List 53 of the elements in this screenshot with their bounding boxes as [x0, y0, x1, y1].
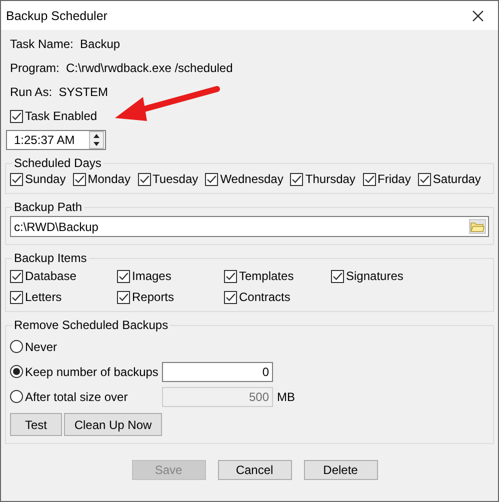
checkbox-label: Signatures	[346, 269, 404, 283]
checkbox[interactable]	[138, 172, 151, 186]
checkbox-label: Templates	[239, 269, 294, 283]
path-field[interactable]: c:\RWD\Backup	[10, 216, 489, 237]
checkbox-label: Database	[25, 269, 76, 283]
checkbox-label: Wednesday	[220, 172, 284, 186]
group-title: Backup Items	[13, 251, 88, 265]
checkbox[interactable]	[290, 172, 304, 186]
checkbox[interactable]	[331, 270, 344, 282]
group-title: Scheduled Days	[13, 156, 102, 170]
checkbox-label: Sunday	[25, 172, 66, 186]
checkbox-label: Contracts	[239, 290, 290, 304]
checkbox[interactable]	[10, 172, 23, 186]
checkbox-label: Task Enabled	[25, 109, 98, 123]
window-title: Backup Scheduler	[6, 8, 108, 22]
unit-label: MB	[277, 390, 295, 404]
radio-label: Keep number of backups	[25, 364, 160, 378]
dialog-button[interactable]: Cancel	[218, 460, 292, 480]
checkbox-label: Reports	[132, 290, 174, 304]
action-button[interactable]: Clean Up Now	[64, 413, 162, 436]
checkbox[interactable]	[10, 270, 23, 282]
dialog-button[interactable]: Delete	[304, 460, 378, 480]
radio-button[interactable]	[10, 365, 23, 378]
checkbox[interactable]	[418, 172, 431, 186]
checkbox[interactable]	[362, 172, 376, 186]
checkbox[interactable]	[205, 172, 218, 186]
checkbox[interactable]	[117, 270, 130, 282]
info-text: Task Name: Backup	[9, 36, 122, 53]
checkbox-label: Saturday	[432, 172, 481, 186]
checkbox-label: Letters	[25, 290, 62, 304]
group-title: Remove Scheduled Backups	[13, 318, 170, 332]
radio-label: Never	[25, 340, 58, 354]
number-field[interactable]: 0	[162, 362, 273, 382]
group-title: Backup Path	[13, 200, 84, 214]
checkbox-label: Images	[132, 269, 172, 283]
radio-button[interactable]	[10, 340, 23, 353]
close-icon[interactable]	[472, 10, 484, 22]
checkbox-label: Monday	[88, 172, 130, 186]
checkbox[interactable]	[10, 110, 23, 122]
checkbox[interactable]	[224, 270, 237, 282]
checkbox[interactable]	[72, 172, 86, 186]
info-text: Run As: SYSTEM	[9, 84, 110, 101]
checkbox[interactable]	[10, 290, 23, 304]
action-button[interactable]: Test	[10, 413, 62, 436]
checkbox[interactable]	[224, 290, 237, 304]
spinner-icon[interactable]	[89, 131, 104, 149]
checkbox-label: Thursday	[305, 172, 356, 186]
info-text: Program: C:\rwd\rwdback.exe /scheduled	[9, 60, 234, 77]
checkbox[interactable]	[117, 290, 130, 304]
checkbox-label: Tuesday	[152, 172, 198, 186]
radio-label: After total size over	[25, 390, 129, 404]
time-field[interactable]: 1:25:37 AM	[6, 130, 106, 150]
checkbox-label: Friday	[378, 172, 411, 186]
